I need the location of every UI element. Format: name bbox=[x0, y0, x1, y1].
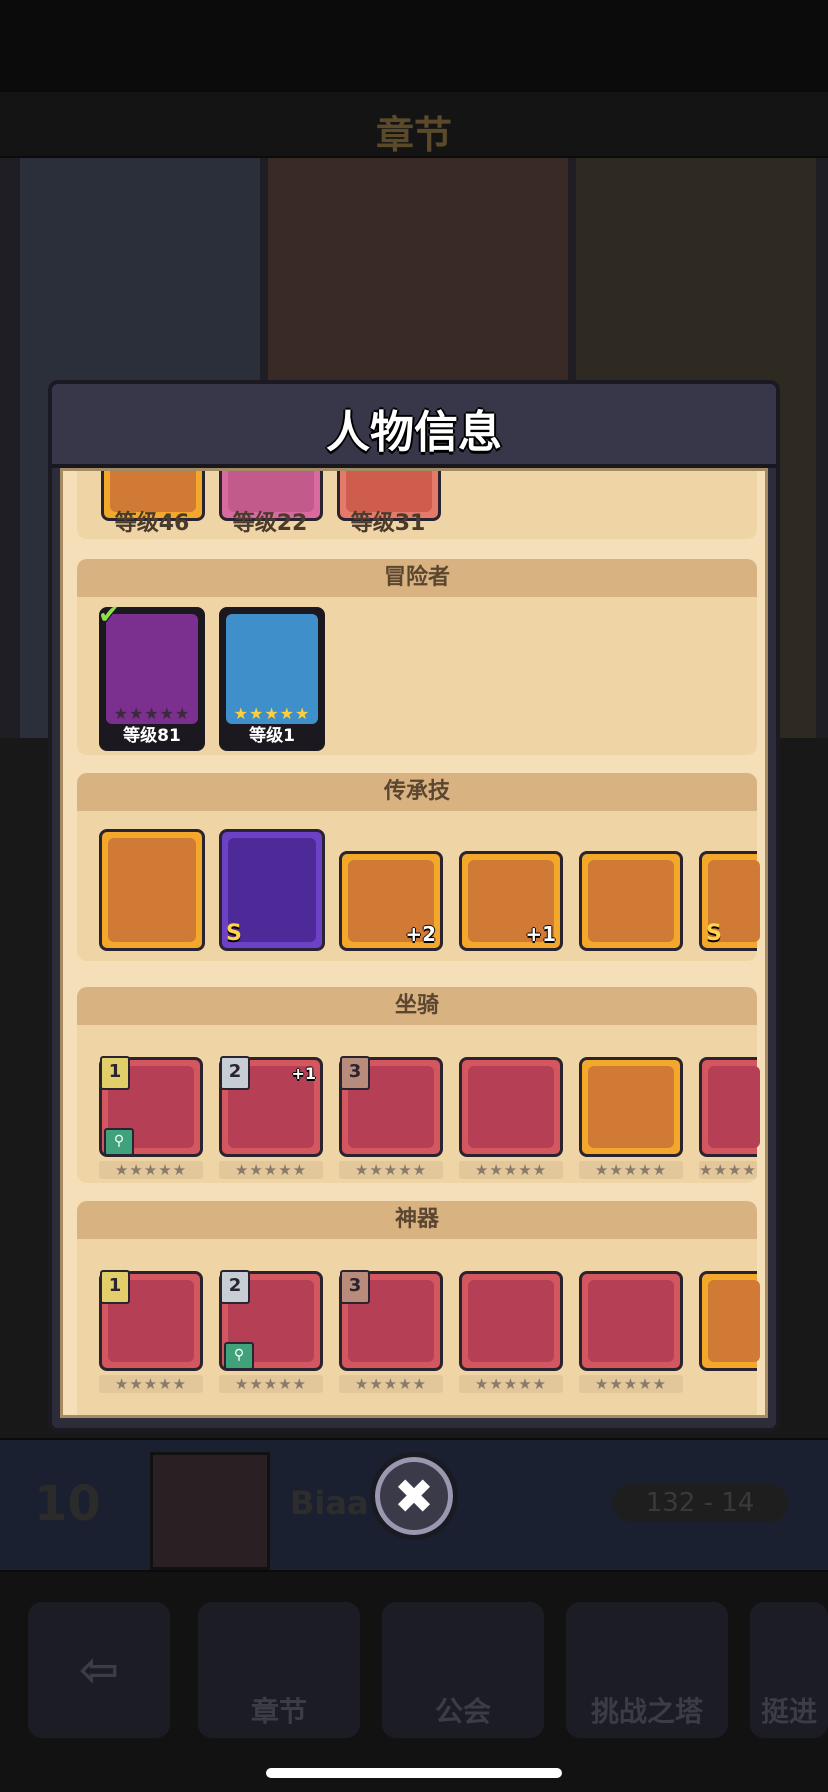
nav-advance[interactable]: 挺进 bbox=[750, 1602, 828, 1738]
nav-guild[interactable]: 公会 bbox=[382, 1602, 544, 1738]
mummy-cat-icon[interactable] bbox=[459, 1057, 563, 1157]
section-top-partial: 等级46 等级22 等级31 bbox=[77, 471, 757, 539]
blue-fish-icon[interactable] bbox=[579, 851, 683, 951]
mount-stars-1: ★★★★★ bbox=[99, 1161, 203, 1179]
ice-sword-icon[interactable]: 2 ⚲ bbox=[219, 1270, 323, 1371]
hooded-bear-icon[interactable]: +2 bbox=[339, 851, 443, 951]
artifact-stars-3: ★★★★★ bbox=[339, 1375, 443, 1393]
adventurer-card-1[interactable]: ✔ ★★★★★ 等级81 bbox=[98, 600, 205, 751]
equipped-person-icon: ⚲ bbox=[104, 1128, 134, 1156]
close-button[interactable]: ✖ bbox=[370, 1452, 458, 1540]
artifact-stars-1: ★★★★★ bbox=[99, 1375, 203, 1393]
armored-knight-icon[interactable]: S bbox=[219, 829, 325, 951]
purple-dragon-icon[interactable]: 2 +1 bbox=[219, 1056, 323, 1157]
equipped-person-icon: ⚲ bbox=[224, 1342, 254, 1370]
modal-scroll-body[interactable]: 等级46 等级22 等级31 冒险者 ✔ ★★★★★ 等级81 ★★★★★ 等级… bbox=[60, 468, 768, 1418]
home-indicator[interactable] bbox=[266, 1768, 562, 1778]
adventurers-header: 冒险者 bbox=[77, 559, 757, 597]
winged-key-icon[interactable] bbox=[459, 1271, 563, 1371]
green-blade-icon[interactable] bbox=[579, 1271, 683, 1371]
modal-title: 人物信息 bbox=[326, 407, 502, 458]
gorilla-icon[interactable] bbox=[699, 1057, 760, 1157]
bandit-icon[interactable]: +1 bbox=[459, 851, 563, 951]
adventurer-card-2[interactable]: ★★★★★ 等级1 bbox=[219, 607, 325, 751]
mount-stars-5: ★★★★★ bbox=[579, 1161, 683, 1179]
mount-stars-3: ★★★★★ bbox=[339, 1161, 443, 1179]
player-name: Biaa bbox=[290, 1484, 369, 1522]
ghost-sombrero-icon[interactable] bbox=[99, 829, 205, 951]
lightning-staff-icon[interactable]: 1 bbox=[99, 1270, 203, 1371]
adventurer-level-1: 等级81 bbox=[123, 726, 181, 746]
back-button[interactable]: ⇦ bbox=[28, 1602, 170, 1738]
cow-icon[interactable] bbox=[579, 1057, 683, 1157]
chapter-title: 章节 bbox=[375, 113, 452, 157]
section-inherit-skills: 传承技 S +2 +1 S bbox=[77, 773, 760, 961]
mount-stars-2: ★★★★★ bbox=[219, 1161, 323, 1179]
top-level-1: 等级46 bbox=[114, 511, 190, 536]
artifacts-header: 神器 bbox=[77, 1201, 757, 1239]
battle-axe-icon[interactable]: 3 bbox=[339, 1270, 443, 1371]
mounts-header: 坐骑 bbox=[77, 987, 757, 1025]
section-mounts: 坐骑 1 ⚲ 2 +1 3 ★★★★★ ★★★★★ ★★★★★ ★★★★★ ★★★★… bbox=[77, 987, 760, 1183]
artifact-stars-2: ★★★★★ bbox=[219, 1375, 323, 1393]
unicorn-icon[interactable]: 3 bbox=[339, 1056, 443, 1157]
mount-stars-4: ★★★★★ bbox=[459, 1161, 563, 1179]
character-info-modal: 人物信息 等级46 等级22 等级31 冒险者 ✔ ★★★★★ 等级81 ★★★… bbox=[48, 380, 780, 1432]
artifact-stars-4: ★★★★★ bbox=[459, 1375, 563, 1393]
player-avatar bbox=[150, 1452, 270, 1570]
section-artifacts: 神器 1 2 ⚲ 3 ★★★★★ ★★★★★ ★★★★★ ★★★★★ ★★★★★ bbox=[77, 1201, 760, 1415]
sabertooth-tiger-icon[interactable]: 1 ⚲ bbox=[99, 1056, 203, 1157]
top-level-3: 等级31 bbox=[350, 511, 426, 536]
inherit-skills-header: 传承技 bbox=[77, 773, 757, 811]
adventurer-level-2: 等级1 bbox=[249, 726, 295, 746]
selected-check-icon: ✔ bbox=[98, 600, 120, 630]
close-icon: ✖ bbox=[393, 1469, 435, 1525]
star-wand-icon[interactable] bbox=[699, 1271, 760, 1371]
player-record: 132 - 14 bbox=[612, 1484, 788, 1522]
nav-chapter[interactable]: 章节 bbox=[198, 1602, 360, 1738]
top-level-2: 等级22 bbox=[232, 511, 308, 536]
player-level: 10 bbox=[34, 1476, 101, 1532]
top-bar: 章节 bbox=[0, 92, 828, 157]
artifact-stars-5: ★★★★★ bbox=[579, 1375, 683, 1393]
mount-stars-6: ★★★★★ bbox=[699, 1161, 757, 1179]
rat-icon[interactable]: S bbox=[699, 851, 760, 951]
section-adventurers: 冒险者 ✔ ★★★★★ 等级81 ★★★★★ 等级1 bbox=[77, 559, 757, 755]
bottom-nav: ⇦ 章节 公会 挑战之塔 挺进 bbox=[0, 1572, 828, 1792]
modal-header: 人物信息 bbox=[52, 384, 776, 468]
nav-tower[interactable]: 挑战之塔 bbox=[566, 1602, 728, 1738]
